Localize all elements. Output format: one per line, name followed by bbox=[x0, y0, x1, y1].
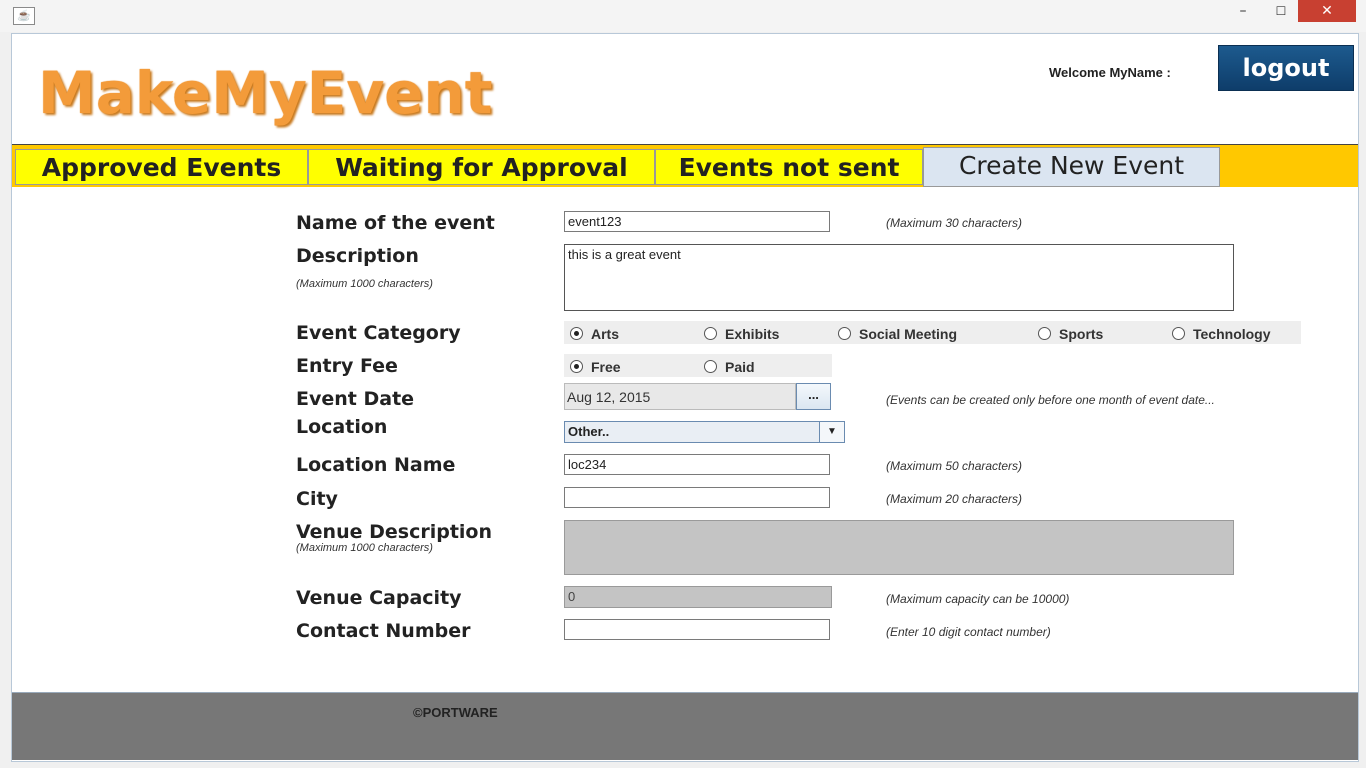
venue-capacity-hint: (Maximum capacity can be 10000) bbox=[886, 592, 1070, 606]
city-input[interactable] bbox=[564, 487, 830, 508]
radio-selected-icon bbox=[570, 327, 583, 340]
category-radio-exhibits[interactable]: Exhibits bbox=[704, 326, 779, 342]
event-name-hint: (Maximum 30 characters) bbox=[886, 216, 1023, 230]
event-category-label: Event Category bbox=[296, 322, 461, 344]
contact-number-input[interactable] bbox=[564, 619, 830, 640]
radio-label: Paid bbox=[725, 359, 755, 375]
event-name-label: Name of the event bbox=[296, 212, 495, 234]
location-selected-value: Other.. bbox=[568, 424, 610, 439]
location-name-label: Location Name bbox=[296, 454, 456, 476]
tab-create-new-event[interactable]: Create New Event bbox=[923, 147, 1220, 187]
entry-fee-label: Entry Fee bbox=[296, 355, 398, 377]
welcome-text: Welcome MyName : bbox=[1049, 65, 1171, 80]
fee-radio-paid[interactable]: Paid bbox=[704, 359, 755, 375]
tab-waiting-for-approval[interactable]: Waiting for Approval bbox=[308, 149, 655, 185]
location-name-input[interactable]: loc234 bbox=[564, 454, 830, 475]
event-category-radio-group: Arts Exhibits Social Meeting Sports Tech… bbox=[564, 321, 1301, 344]
logout-button[interactable]: logout bbox=[1218, 45, 1354, 91]
location-select[interactable]: Other.. ▼ bbox=[564, 421, 845, 443]
description-label: Description bbox=[296, 245, 419, 267]
entry-fee-radio-group: Free Paid bbox=[564, 354, 832, 377]
radio-label: Free bbox=[591, 359, 621, 375]
city-label: City bbox=[296, 488, 338, 510]
venue-capacity-input[interactable]: 0 bbox=[564, 586, 832, 608]
location-label: Location bbox=[296, 416, 388, 438]
fee-radio-free[interactable]: Free bbox=[570, 359, 621, 375]
tab-approved-events[interactable]: Approved Events bbox=[15, 149, 308, 185]
footer bbox=[12, 693, 1358, 760]
radio-label: Arts bbox=[591, 326, 620, 342]
java-cup-icon[interactable]: ☕ bbox=[13, 7, 35, 25]
category-radio-technology[interactable]: Technology bbox=[1172, 326, 1271, 342]
venue-description-label: Venue Description bbox=[296, 521, 492, 543]
radio-label: Technology bbox=[1193, 326, 1271, 342]
close-button[interactable]: ✕ bbox=[1298, 0, 1356, 22]
venue-capacity-label: Venue Capacity bbox=[296, 587, 462, 609]
radio-icon bbox=[704, 360, 717, 373]
description-textarea[interactable]: this is a great event bbox=[564, 244, 1234, 311]
radio-icon bbox=[1172, 327, 1185, 340]
radio-selected-icon bbox=[570, 360, 583, 373]
location-name-hint: (Maximum 50 characters) bbox=[886, 459, 1023, 473]
radio-label: Sports bbox=[1059, 326, 1104, 342]
radio-label: Exhibits bbox=[725, 326, 780, 342]
radio-icon bbox=[838, 327, 851, 340]
title-bar: ☕ – ☐ ✕ bbox=[0, 0, 1366, 32]
maximize-button[interactable]: ☐ bbox=[1266, 0, 1296, 22]
app-logo: MakeMyEvent bbox=[38, 59, 493, 127]
date-picker-button[interactable]: ... bbox=[796, 383, 831, 410]
category-radio-sports[interactable]: Sports bbox=[1038, 326, 1103, 342]
radio-label: Social Meeting bbox=[859, 326, 958, 342]
event-date-label: Event Date bbox=[296, 388, 415, 410]
contact-number-label: Contact Number bbox=[296, 620, 471, 642]
radio-icon bbox=[704, 327, 717, 340]
event-date-field[interactable]: Aug 12, 2015 bbox=[564, 383, 796, 410]
venue-description-hint: (Maximum 1000 characters) bbox=[296, 542, 433, 554]
category-radio-social-meeting[interactable]: Social Meeting bbox=[838, 326, 957, 342]
city-hint: (Maximum 20 characters) bbox=[886, 492, 1023, 506]
tab-events-not-sent[interactable]: Events not sent bbox=[655, 149, 923, 185]
radio-icon bbox=[1038, 327, 1051, 340]
event-name-input[interactable]: event123 bbox=[564, 211, 830, 232]
copyright-text: ©PORTWARE bbox=[413, 705, 498, 720]
contact-number-hint: (Enter 10 digit contact number) bbox=[886, 625, 1051, 639]
event-date-hint: (Events can be created only before one m… bbox=[886, 393, 1215, 407]
minimize-button[interactable]: – bbox=[1228, 0, 1258, 22]
chevron-down-icon[interactable]: ▼ bbox=[819, 422, 844, 442]
category-radio-arts[interactable]: Arts bbox=[570, 326, 619, 342]
venue-description-textarea[interactable] bbox=[564, 520, 1234, 575]
tab-bar: Approved Events Waiting for Approval Eve… bbox=[12, 144, 1358, 188]
description-hint: (Maximum 1000 characters) bbox=[296, 278, 433, 290]
